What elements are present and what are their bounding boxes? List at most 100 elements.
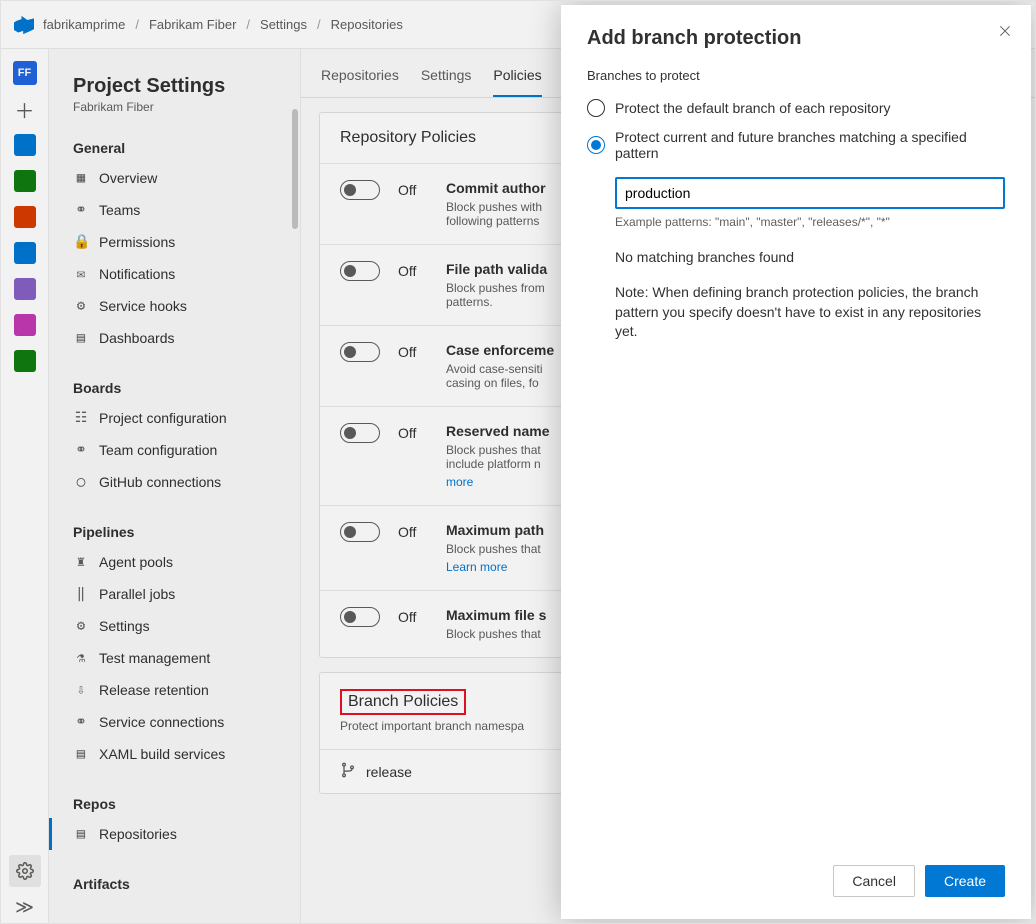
- sidebar-item-label: GitHub connections: [99, 474, 221, 490]
- breadcrumb-item[interactable]: fabrikamprime: [43, 17, 125, 32]
- sidebar-item-label: Service connections: [99, 714, 224, 730]
- rail-expand-icon[interactable]: ≫: [9, 891, 41, 923]
- sidebar-group-title: General: [73, 140, 284, 156]
- radio-icon: [587, 99, 605, 117]
- sidebar-item[interactable]: ⚙ Service hooks: [73, 290, 284, 322]
- sidebar-item-icon: ▤: [73, 330, 89, 346]
- sidebar-item[interactable]: ⚭Service connections: [73, 706, 284, 738]
- policy-link[interactable]: more: [446, 475, 473, 489]
- sidebar-item-label: Settings: [99, 618, 150, 634]
- sidebar-item[interactable]: ◯ GitHub connections: [73, 466, 284, 498]
- sidebar-item-label: Repositories: [99, 826, 177, 842]
- sidebar-item-label: Parallel jobs: [99, 586, 175, 602]
- sidebar-item-icon: ⚙: [73, 298, 89, 314]
- pattern-hint: Example patterns: "main", "master", "rel…: [615, 215, 1005, 229]
- sidebar-item[interactable]: ▤ Repositories: [73, 818, 284, 850]
- breadcrumb: fabrikamprime/ Fabrikam Fiber/ Settings/…: [43, 17, 403, 32]
- policy-toggle[interactable]: [340, 522, 380, 542]
- radio-pattern-branch[interactable]: Protect current and future branches matc…: [587, 129, 1005, 161]
- sidebar-item-icon: ⚭: [73, 442, 89, 458]
- sidebar-item-icon: ◯: [73, 474, 89, 490]
- sidebar-item-label: Test management: [99, 650, 210, 666]
- azure-devops-logo-icon[interactable]: [13, 14, 35, 36]
- policy-toggle[interactable]: [340, 180, 380, 200]
- sidebar-item[interactable]: ♜Agent pools: [73, 546, 284, 578]
- settings-sidebar: Project Settings Fabrikam Fiber General ▦…: [49, 49, 301, 923]
- policy-toggle[interactable]: [340, 342, 380, 362]
- sidebar-item-icon: ▤: [73, 826, 89, 842]
- sidebar-item-icon: ⚗: [73, 650, 89, 666]
- rail-testplans-icon[interactable]: [9, 237, 41, 269]
- sidebar-subtitle: Fabrikam Fiber: [73, 100, 284, 114]
- tab[interactable]: Policies: [493, 67, 541, 97]
- sidebar-group-title: Pipelines: [73, 524, 284, 540]
- sidebar-item[interactable]: ▤Dashboards: [73, 322, 284, 354]
- rail-project-icon[interactable]: FF: [9, 57, 41, 89]
- sidebar-item-label: Team configuration: [99, 442, 217, 458]
- sidebar-item-label: Release retention: [99, 682, 209, 698]
- sidebar-item-icon: ✉: [73, 266, 89, 282]
- breadcrumb-item[interactable]: Fabrikam Fiber: [149, 17, 236, 32]
- cancel-button[interactable]: Cancel: [833, 865, 915, 897]
- sidebar-item[interactable]: ‖ Parallel jobs: [73, 578, 284, 610]
- rail-wiki-icon[interactable]: [9, 309, 41, 341]
- tab[interactable]: Repositories: [321, 67, 399, 97]
- toggle-state-label: Off: [398, 342, 428, 362]
- sidebar-item[interactable]: ✉ Notifications: [73, 258, 284, 290]
- radio-default-branch[interactable]: Protect the default branch of each repos…: [587, 99, 1005, 117]
- sidebar-item-icon: ⚙: [73, 618, 89, 634]
- sidebar-item[interactable]: ▤ XAML build services: [73, 738, 284, 770]
- radio-icon: [587, 136, 605, 154]
- toggle-state-label: Off: [398, 522, 428, 542]
- left-rail: FF ＋ ≫: [1, 49, 49, 923]
- toggle-state-label: Off: [398, 261, 428, 281]
- sidebar-item-icon: ▤: [73, 746, 89, 762]
- sidebar-item[interactable]: 🔒Permissions: [73, 226, 284, 258]
- radio-label: Protect the default branch of each repos…: [615, 100, 891, 116]
- create-button[interactable]: Create: [925, 865, 1005, 897]
- sidebar-group-title: Repos: [73, 796, 284, 812]
- sidebar-item[interactable]: ⚙ Settings: [73, 610, 284, 642]
- sidebar-item-icon: ♜: [73, 554, 89, 570]
- rail-repos-icon[interactable]: [9, 165, 41, 197]
- sidebar-item[interactable]: ☷ Project configuration: [73, 402, 284, 434]
- radio-label: Protect current and future branches matc…: [615, 129, 1005, 161]
- branch-protection-note: Note: When defining branch protection po…: [615, 283, 1005, 342]
- rail-artifacts-icon[interactable]: [9, 273, 41, 305]
- branch-icon: [340, 762, 356, 781]
- sidebar-item[interactable]: ⚗ Test management: [73, 642, 284, 674]
- branch-policies-title: Branch Policies: [340, 689, 466, 715]
- policy-toggle[interactable]: [340, 607, 380, 627]
- dialog-title: Add branch protection: [587, 27, 1005, 50]
- rail-marketplace-icon[interactable]: [9, 345, 41, 377]
- rail-settings-icon[interactable]: [9, 855, 41, 887]
- policy-toggle[interactable]: [340, 261, 380, 281]
- policy-link[interactable]: Learn more: [446, 560, 507, 574]
- sidebar-item[interactable]: ⇩Release retention: [73, 674, 284, 706]
- sidebar-item-label: Notifications: [99, 266, 175, 282]
- rail-add-icon[interactable]: ＋: [9, 93, 41, 125]
- sidebar-item-icon: ⚭: [73, 202, 89, 218]
- policy-toggle[interactable]: [340, 423, 380, 443]
- toggle-state-label: Off: [398, 180, 428, 200]
- sidebar-item-label: Overview: [99, 170, 157, 186]
- sidebar-title: Project Settings: [73, 75, 284, 98]
- close-icon[interactable]: [997, 23, 1013, 44]
- sidebar-item-label: XAML build services: [99, 746, 225, 762]
- branch-pattern-input[interactable]: [615, 177, 1005, 209]
- sidebar-item[interactable]: ▦Overview: [73, 162, 284, 194]
- sidebar-item-icon: ‖: [73, 586, 89, 602]
- tab[interactable]: Settings: [421, 67, 472, 97]
- sidebar-item[interactable]: ⚭Teams: [73, 194, 284, 226]
- sidebar-item-icon: ☷: [73, 410, 89, 426]
- sidebar-item-label: Service hooks: [99, 298, 187, 314]
- breadcrumb-item[interactable]: Repositories: [331, 17, 403, 32]
- rail-boards-icon[interactable]: [9, 129, 41, 161]
- branch-row-label: release: [366, 764, 412, 780]
- sidebar-group-title: Artifacts: [73, 876, 284, 892]
- sidebar-item[interactable]: ⚭ Team configuration: [73, 434, 284, 466]
- sidebar-item-label: Project configuration: [99, 410, 227, 426]
- breadcrumb-item[interactable]: Settings: [260, 17, 307, 32]
- sidebar-item-icon: 🔒: [73, 234, 89, 250]
- rail-pipelines-icon[interactable]: [9, 201, 41, 233]
